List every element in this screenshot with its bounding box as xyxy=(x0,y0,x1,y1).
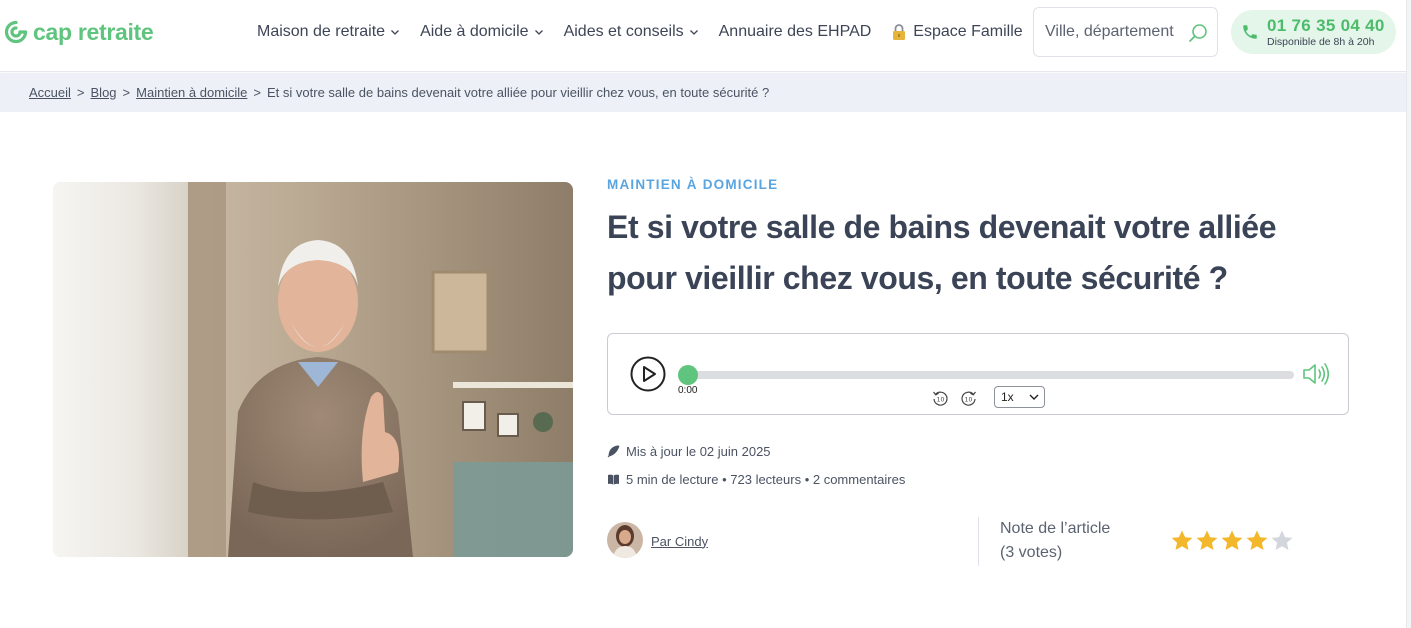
breadcrumb: Accueil > Blog > Maintien à domicile > E… xyxy=(0,73,1406,112)
divider xyxy=(978,517,979,566)
svg-text:10: 10 xyxy=(937,397,945,404)
nav-item-label: Aide à domicile xyxy=(420,23,529,40)
breadcrumb-link-maintien-a-domicile[interactable]: Maintien à domicile xyxy=(136,85,247,100)
article-title: Et si votre salle de bains devenait votr… xyxy=(607,209,1277,296)
hero-photo-illustration xyxy=(53,182,573,557)
phone-icon xyxy=(1243,25,1257,39)
avatar xyxy=(607,522,643,558)
playback-speed-select[interactable]: 1x xyxy=(994,386,1045,408)
audio-player: 0:00 10 10 1x xyxy=(607,333,1349,415)
star-icon[interactable] xyxy=(1270,529,1294,553)
rating-label: Note de l’article (3 votes) xyxy=(1000,517,1110,565)
nav-item-aide-a-domicile[interactable]: Aide à domicile xyxy=(420,23,544,41)
lock-icon xyxy=(893,24,906,40)
star-icon[interactable] xyxy=(1170,529,1194,553)
hero-image xyxy=(53,182,573,557)
author-link[interactable]: Par Cindy xyxy=(651,534,708,549)
playback-speed-value: 1x xyxy=(1001,390,1014,404)
search-icon[interactable] xyxy=(1187,22,1209,44)
nav-item-label: Espace Famille xyxy=(913,23,1023,40)
breadcrumb-separator: > xyxy=(122,85,131,100)
nav-item-aides-et-conseils[interactable]: Aides et conseils xyxy=(564,23,699,41)
breadcrumb-current: Et si votre salle de bains devenait votr… xyxy=(267,85,770,100)
site-header: cap retraite Maison de retraite Aide à d… xyxy=(0,0,1411,72)
phone-number: 01 76 35 04 40 xyxy=(1267,15,1385,35)
breadcrumb-link-blog[interactable]: Blog xyxy=(91,85,117,100)
search-box xyxy=(1033,7,1218,57)
search-input[interactable] xyxy=(1045,23,1180,41)
chevron-down-icon xyxy=(391,30,400,35)
phone-button[interactable]: 01 76 35 04 40 Disponible de 8h à 20h xyxy=(1231,10,1396,54)
phone-text: 01 76 35 04 40 Disponible de 8h à 20h xyxy=(1267,17,1385,48)
breadcrumb-separator: > xyxy=(76,85,85,100)
logo[interactable]: cap retraite xyxy=(4,17,154,47)
article-category[interactable]: MAINTIEN À DOMICILE xyxy=(607,177,778,192)
feather-icon xyxy=(607,445,620,458)
article-updated-text: Mis à jour le 02 juin 2025 xyxy=(626,444,771,459)
article-stats-text: 5 min de lecture • 723 lecteurs • 2 comm… xyxy=(626,472,906,487)
nav-item-label: Annuaire des EHPAD xyxy=(718,23,872,40)
rewind-10-icon[interactable]: 10 xyxy=(931,389,949,407)
rating-stars[interactable] xyxy=(1170,529,1294,553)
nav-item-label: Aides et conseils xyxy=(563,23,684,40)
logo-text: cap retraite xyxy=(33,18,154,45)
chevron-down-icon xyxy=(1029,394,1039,400)
nav-item-espace-famille[interactable]: Espace Famille xyxy=(891,23,1023,41)
nav-item-label: Maison de retraite xyxy=(257,23,386,40)
forward-10-icon[interactable]: 10 xyxy=(960,389,978,407)
svg-text:10: 10 xyxy=(965,397,973,404)
rating-votes: (3 votes) xyxy=(1000,544,1063,561)
book-icon xyxy=(608,474,619,485)
scrollbar[interactable] xyxy=(1406,0,1411,628)
main-nav: Maison de retraite Aide à domicile Aides… xyxy=(257,0,1043,64)
star-icon[interactable] xyxy=(1220,529,1244,553)
article-stats: 5 min de lecture • 723 lecteurs • 2 comm… xyxy=(607,472,905,487)
volume-icon[interactable] xyxy=(1302,361,1330,387)
article-author: Par Cindy xyxy=(607,522,708,558)
logo-mark-icon xyxy=(4,20,28,44)
breadcrumb-separator: > xyxy=(253,85,262,100)
chevron-down-icon xyxy=(534,30,543,35)
audio-time: 0:00 xyxy=(678,385,698,396)
audio-progress-track[interactable] xyxy=(680,371,1294,379)
breadcrumb-link-accueil[interactable]: Accueil xyxy=(29,85,71,100)
star-icon[interactable] xyxy=(1195,529,1219,553)
article-updated: Mis à jour le 02 juin 2025 xyxy=(607,444,771,459)
phone-hours: Disponible de 8h à 20h xyxy=(1267,35,1375,48)
play-icon[interactable] xyxy=(630,356,666,392)
nav-item-annuaire-ehpad[interactable]: Annuaire des EHPAD xyxy=(719,23,872,41)
nav-item-maison-de-retraite[interactable]: Maison de retraite xyxy=(257,23,400,41)
rating-label-text: Note de l’article xyxy=(1000,520,1111,537)
star-icon[interactable] xyxy=(1245,529,1269,553)
audio-progress-thumb[interactable] xyxy=(678,365,698,385)
chevron-down-icon xyxy=(689,30,698,35)
